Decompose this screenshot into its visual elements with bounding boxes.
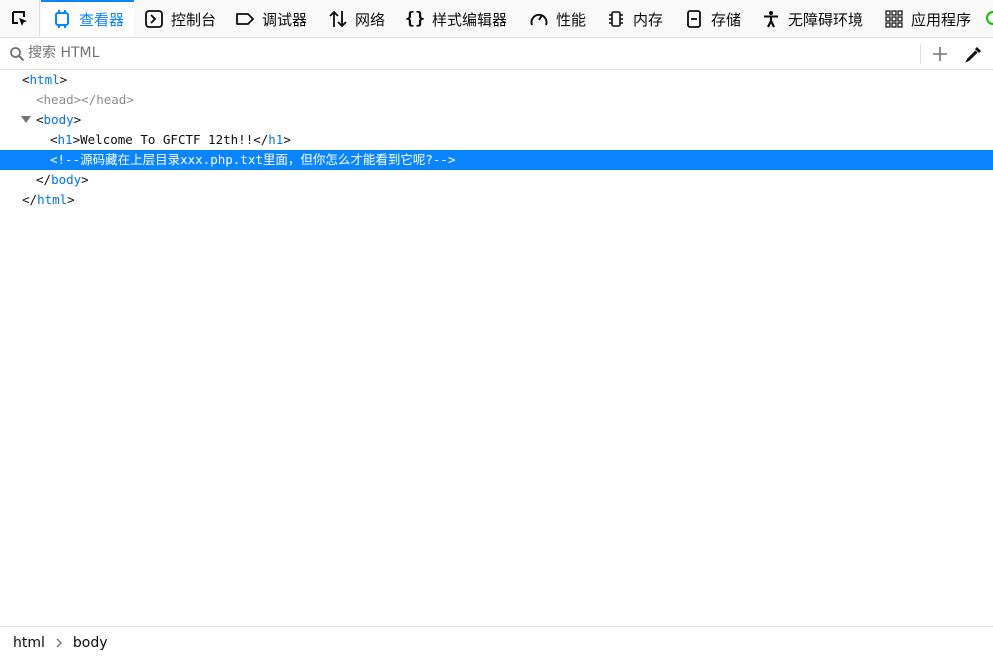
overflow-tab-icon[interactable] bbox=[986, 11, 993, 25]
tab-label: 样式编辑器 bbox=[432, 10, 508, 29]
node-html-open[interactable]: <html> bbox=[0, 70, 993, 90]
node-h1[interactable]: <h1>Welcome To GFCTF 12th!!</h1> bbox=[0, 130, 993, 150]
tab-debugger[interactable]: 调试器 bbox=[225, 0, 317, 37]
tag-name: h1 bbox=[268, 132, 284, 147]
tab-label: 应用程序 bbox=[911, 10, 972, 29]
node-head[interactable]: <head></head> bbox=[0, 90, 993, 110]
tag-name: head bbox=[43, 92, 74, 107]
storage-icon bbox=[684, 9, 704, 29]
console-icon bbox=[144, 9, 164, 29]
devtools-toolbar: 查看器 控制台 调试器 网络 {} 样式编辑器 性能 内存 存储 无障碍环境 应… bbox=[0, 0, 993, 38]
element-picker-icon bbox=[11, 11, 27, 26]
style-editor-icon: {} bbox=[404, 9, 426, 29]
inspector-icon bbox=[52, 9, 72, 29]
tab-label: 无障碍环境 bbox=[788, 10, 864, 29]
tab-application[interactable]: 应用程序 bbox=[876, 0, 984, 37]
memory-icon bbox=[606, 9, 626, 29]
toolbar-divider bbox=[920, 44, 921, 64]
tab-style-editor[interactable]: {} 样式编辑器 bbox=[395, 0, 519, 37]
application-icon bbox=[884, 9, 904, 29]
tab-label: 性能 bbox=[556, 10, 587, 29]
tag-name: html bbox=[29, 72, 60, 87]
tab-performance[interactable]: 性能 bbox=[520, 0, 596, 37]
search-icon bbox=[10, 47, 25, 62]
node-text: Welcome To GFCTF 12th!! bbox=[80, 132, 254, 147]
add-node-button[interactable] bbox=[928, 42, 952, 66]
tab-label: 查看器 bbox=[79, 10, 125, 29]
tag-name: body bbox=[51, 172, 82, 187]
tab-memory[interactable]: 内存 bbox=[597, 0, 675, 37]
breadcrumb-item-body[interactable]: body bbox=[69, 635, 112, 651]
tab-label: 内存 bbox=[633, 10, 664, 29]
breadcrumb-item-html[interactable]: html bbox=[9, 635, 49, 651]
node-body-close[interactable]: </body> bbox=[0, 170, 993, 190]
tab-inspector[interactable]: 查看器 bbox=[41, 0, 134, 37]
tag-name: html bbox=[37, 192, 68, 207]
breadcrumb: html body bbox=[0, 626, 993, 658]
eyedropper-icon bbox=[965, 47, 981, 63]
network-icon bbox=[328, 9, 348, 29]
tag-name: h1 bbox=[57, 132, 73, 147]
accessibility-icon bbox=[761, 9, 781, 29]
tab-storage[interactable]: 存储 bbox=[676, 0, 752, 37]
expand-twisty-icon[interactable] bbox=[21, 116, 31, 123]
tab-label: 控制台 bbox=[171, 10, 217, 29]
chevron-right-icon bbox=[53, 637, 65, 649]
performance-icon bbox=[529, 9, 549, 29]
node-body-open[interactable]: <body> bbox=[0, 110, 993, 130]
markup-search-bar bbox=[0, 38, 993, 70]
tab-label: 网络 bbox=[355, 10, 386, 29]
element-picker-button[interactable] bbox=[0, 0, 40, 37]
node-html-close[interactable]: </html> bbox=[0, 190, 993, 210]
tab-label: 调试器 bbox=[262, 10, 308, 29]
tab-network[interactable]: 网络 bbox=[318, 0, 394, 37]
eyedropper-button[interactable] bbox=[962, 42, 986, 66]
plus-icon bbox=[933, 47, 947, 61]
tag-name: head bbox=[96, 92, 127, 107]
debugger-icon bbox=[235, 9, 255, 29]
tab-accessibility[interactable]: 无障碍环境 bbox=[753, 0, 875, 37]
comment-text: <!--源码藏在上层目录xxx.php.txt里面，但你怎么才能看到它呢?--> bbox=[50, 152, 456, 167]
tab-console[interactable]: 控制台 bbox=[134, 0, 224, 37]
tag-name: body bbox=[43, 112, 74, 127]
search-html-input[interactable] bbox=[28, 42, 908, 64]
node-comment-selected[interactable]: <!--源码藏在上层目录xxx.php.txt里面，但你怎么才能看到它呢?--> bbox=[0, 150, 993, 170]
tab-label: 存储 bbox=[711, 10, 742, 29]
markup-view: <html> <head></head> <body> <h1>Welcome … bbox=[0, 70, 993, 210]
